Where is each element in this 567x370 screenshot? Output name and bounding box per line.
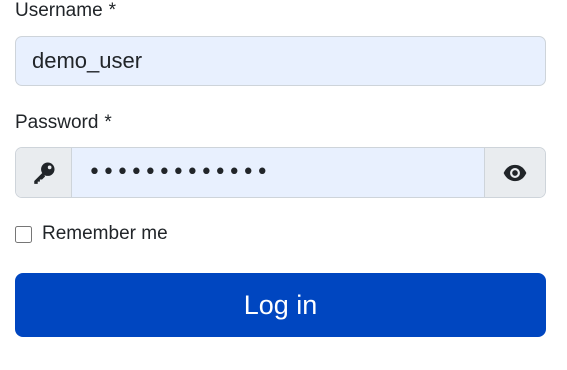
password-input-group	[15, 147, 546, 198]
username-input[interactable]	[15, 36, 546, 86]
username-label: Username *	[15, 0, 116, 22]
eye-icon	[503, 164, 527, 181]
password-input[interactable]	[72, 148, 484, 197]
password-required-mark: *	[104, 112, 112, 133]
key-icon	[16, 148, 72, 197]
username-required-mark: *	[108, 0, 117, 21]
remember-me-label[interactable]: Remember me	[42, 223, 168, 245]
password-label: Password *	[15, 112, 112, 134]
remember-me-row: Remember me	[15, 223, 168, 245]
remember-me-checkbox[interactable]	[15, 225, 32, 243]
login-form: Username* Password* Remember me Log in	[0, 0, 567, 370]
username-label-text: Username	[15, 0, 103, 21]
password-label-text: Password	[15, 112, 99, 133]
toggle-password-visibility-button[interactable]	[484, 148, 545, 197]
login-button[interactable]: Log in	[15, 273, 546, 337]
